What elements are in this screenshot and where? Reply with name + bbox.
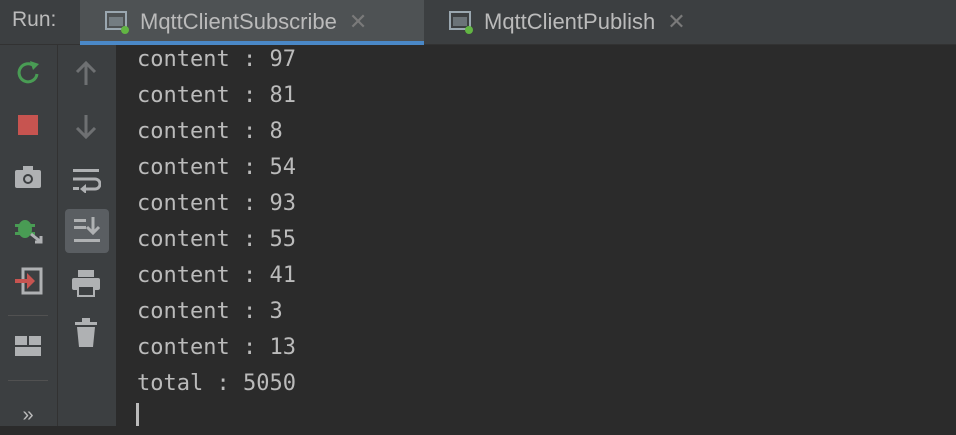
soft-wrap-icon	[71, 167, 102, 198]
exit-icon	[13, 267, 43, 300]
print-icon	[71, 269, 101, 302]
rerun-button[interactable]	[6, 52, 50, 96]
stop-button[interactable]	[6, 105, 50, 149]
trash-icon	[74, 317, 98, 353]
console-line: content : 97	[137, 47, 296, 72]
layout-icon	[14, 335, 42, 362]
screenshot-button[interactable]	[6, 157, 50, 201]
clear-all-button[interactable]	[64, 313, 108, 357]
camera-icon	[14, 165, 42, 194]
console-line: total : 5050	[137, 371, 296, 396]
tab-mqtt-client-subscribe[interactable]: MqttClientSubscribe ✕	[80, 0, 424, 45]
layout-button[interactable]	[6, 326, 50, 370]
console-line: content : 13	[137, 335, 296, 360]
toolbar-divider	[8, 315, 48, 316]
more-icon: »	[22, 403, 34, 426]
run-tool-window-header: Run: MqttClientSubscribe ✕ MqttClientPub…	[0, 0, 956, 45]
print-button[interactable]	[64, 263, 108, 307]
rerun-icon	[14, 58, 42, 91]
arrow-up-icon	[74, 60, 98, 92]
debug-attach-icon	[13, 214, 43, 249]
console-line: content : 3	[137, 299, 283, 324]
close-icon[interactable]: ✕	[349, 9, 367, 35]
console-line: content : 8	[137, 119, 283, 144]
console-output[interactable]: content : 97 content : 81 content : 8 co…	[116, 45, 956, 426]
next-occurrence-button[interactable]	[64, 106, 108, 150]
tab-label: MqttClientPublish	[484, 9, 656, 34]
run-config-icon	[104, 9, 130, 35]
toolbar-divider	[8, 380, 48, 381]
scroll-to-end-icon	[72, 215, 102, 248]
tab-mqtt-client-publish[interactable]: MqttClientPublish ✕	[448, 0, 738, 44]
console-line: content : 41	[137, 263, 296, 288]
tab-label: MqttClientSubscribe	[140, 9, 337, 34]
console-line: content : 55	[137, 227, 296, 252]
scroll-to-end-button[interactable]	[65, 209, 109, 253]
previous-occurrence-button[interactable]	[64, 54, 108, 98]
console-line: content : 81	[137, 83, 296, 108]
more-button[interactable]: »	[6, 395, 50, 435]
exit-button[interactable]	[6, 261, 50, 305]
text-caret	[136, 403, 139, 426]
arrow-down-icon	[74, 113, 98, 144]
stop-icon	[16, 113, 40, 142]
close-icon[interactable]: ✕	[667, 9, 685, 35]
console-line: content : 93	[137, 191, 296, 216]
run-config-icon	[448, 9, 474, 35]
soft-wrap-button[interactable]	[64, 160, 108, 204]
console-line: content : 54	[137, 155, 296, 180]
debug-attach-button[interactable]	[6, 209, 50, 253]
run-label: Run:	[12, 8, 57, 31]
run-actions-toolbar: »	[0, 45, 58, 426]
console-actions-toolbar	[58, 45, 116, 426]
